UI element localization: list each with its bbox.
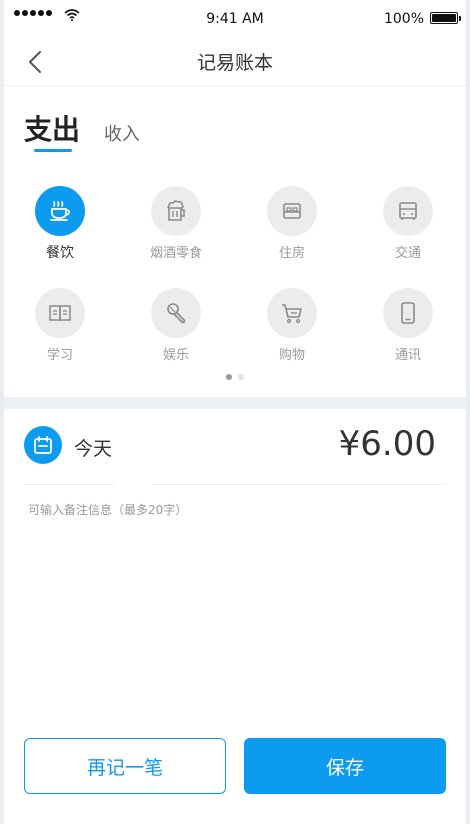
category-snacks[interactable]: 烟酒零食: [126, 186, 226, 261]
category-label: 烟酒零食: [149, 246, 202, 261]
record-another-button[interactable]: 再记一笔: [24, 738, 226, 794]
category-study[interactable]: 学习: [10, 288, 110, 363]
divider-line: [152, 484, 446, 485]
category-shopping[interactable]: 购物: [242, 288, 342, 363]
coffee-cup-icon: [50, 201, 70, 221]
category-dining[interactable]: 餐饮: [10, 186, 110, 262]
page-dot-active: [226, 374, 232, 380]
page-title: 记易账本: [196, 52, 273, 74]
note-input[interactable]: [28, 498, 448, 522]
page-indicator: [4, 374, 466, 380]
date-label[interactable]: 今天: [74, 434, 112, 461]
battery-percent: 100%: [383, 11, 424, 27]
category-transport[interactable]: 交通: [358, 186, 458, 261]
bed-icon: [283, 203, 301, 219]
nav-bar: 记易账本: [4, 38, 466, 86]
category-telecom[interactable]: 通讯: [358, 288, 458, 363]
beer-mug-icon: [167, 200, 185, 221]
category-label: 购物: [278, 348, 305, 363]
book-icon: [49, 305, 71, 322]
date-picker-button[interactable]: [24, 426, 62, 464]
bus-icon: [399, 202, 417, 220]
phone-icon: [401, 302, 415, 324]
category-label: 餐饮: [46, 245, 74, 261]
category-label: 娱乐: [162, 348, 189, 363]
save-button[interactable]: 保存: [244, 738, 446, 794]
battery-icon: [430, 12, 461, 24]
category-label: 通讯: [394, 348, 421, 363]
tab-income[interactable]: 收入: [104, 120, 140, 146]
category-housing[interactable]: 住房: [242, 186, 342, 261]
section-divider: [4, 397, 466, 409]
calendar-icon: [34, 436, 52, 454]
category-entertainment[interactable]: 娱乐: [126, 288, 226, 363]
category-label: 住房: [278, 246, 305, 261]
category-label: 交通: [394, 246, 421, 261]
shopping-cart-icon: [282, 304, 302, 324]
page-dot: [238, 374, 244, 380]
app-screen: 9:41 AM 100% 记易账本 支出 收入 餐饮 烟酒零食 住房 交通 学习…: [4, 0, 466, 824]
microphone-icon: [167, 303, 186, 324]
status-bar: 9:41 AM 100%: [4, 0, 466, 38]
tab-expense[interactable]: 支出: [24, 108, 80, 148]
amount-display[interactable]: ¥6.00: [339, 424, 436, 464]
category-label: 学习: [46, 348, 73, 363]
divider-line: [24, 484, 114, 485]
tab-underline: [34, 149, 72, 152]
